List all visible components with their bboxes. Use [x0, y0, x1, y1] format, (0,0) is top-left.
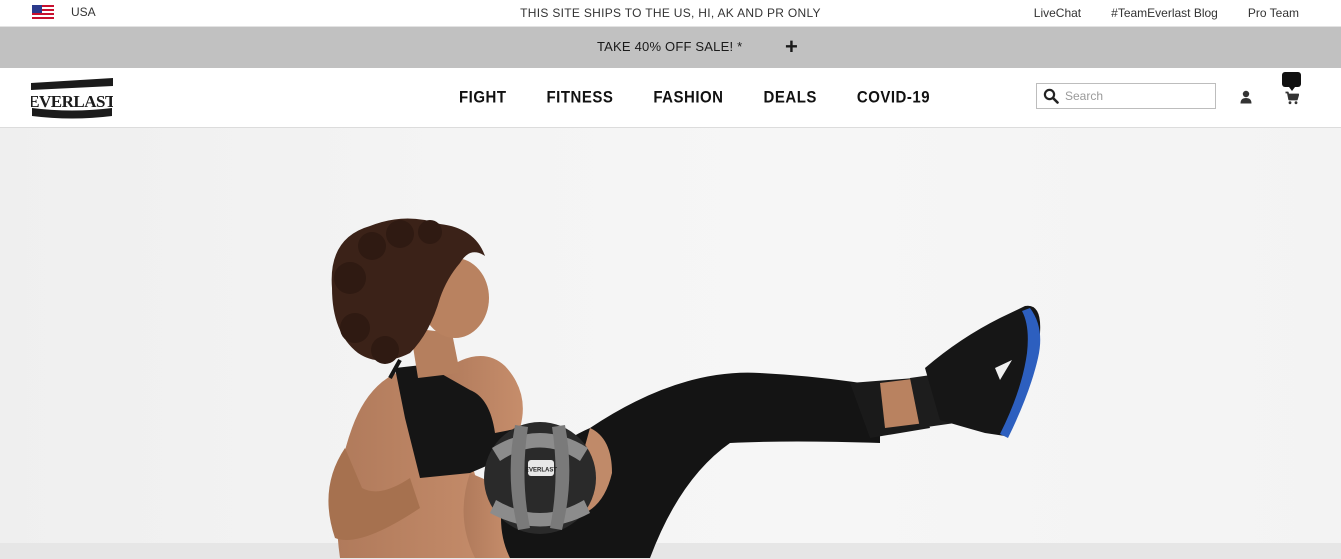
promo-text[interactable]: TAKE 40% OFF SALE! *	[597, 39, 742, 54]
athlete-figure	[328, 218, 1041, 558]
livechat-link[interactable]: LiveChat	[1034, 6, 1081, 20]
pro-team-link[interactable]: Pro Team	[1248, 6, 1299, 20]
utility-links: LiveChat #TeamEverlast Blog Pro Team	[1034, 6, 1299, 20]
nav-covid-19[interactable]: COVID-19	[857, 88, 930, 106]
ball-logo-text: EVERLAST	[525, 468, 557, 474]
main-header: EVERLAST FIGHT FITNESS FASHION DEALS COV…	[0, 68, 1341, 128]
search-icon[interactable]	[1043, 88, 1059, 104]
team-blog-link[interactable]: #TeamEverlast Blog	[1111, 6, 1218, 20]
main-nav: FIGHT FITNESS FASHION DEALS COVID-19	[459, 88, 930, 106]
promo-bar: TAKE 40% OFF SALE! * +	[0, 27, 1341, 68]
medicine-ball: EVERLAST	[484, 422, 596, 534]
logo-text: EVERLAST	[31, 92, 113, 111]
hero-banner[interactable]: EVERLAST	[0, 128, 1341, 559]
cart-button[interactable]	[1282, 72, 1302, 108]
nav-fitness[interactable]: FITNESS	[547, 88, 614, 106]
search-input[interactable]	[1065, 85, 1215, 107]
cart-icon[interactable]	[1285, 91, 1299, 105]
user-icon[interactable]	[1239, 90, 1253, 104]
utility-bar: USA THIS SITE SHIPS TO THE US, HI, AK AN…	[0, 0, 1341, 27]
logo-wordmark: EVERLAST	[28, 78, 117, 119]
nav-fashion[interactable]: FASHION	[653, 88, 723, 106]
nav-fight[interactable]: FIGHT	[459, 88, 507, 106]
cart-badge	[1282, 72, 1301, 91]
search-box[interactable]	[1036, 83, 1216, 109]
nav-deals[interactable]: DEALS	[764, 88, 817, 106]
everlast-logo[interactable]: EVERLAST	[28, 77, 117, 119]
plus-icon[interactable]: +	[785, 36, 803, 58]
hero-image: EVERLAST	[328, 218, 1041, 558]
